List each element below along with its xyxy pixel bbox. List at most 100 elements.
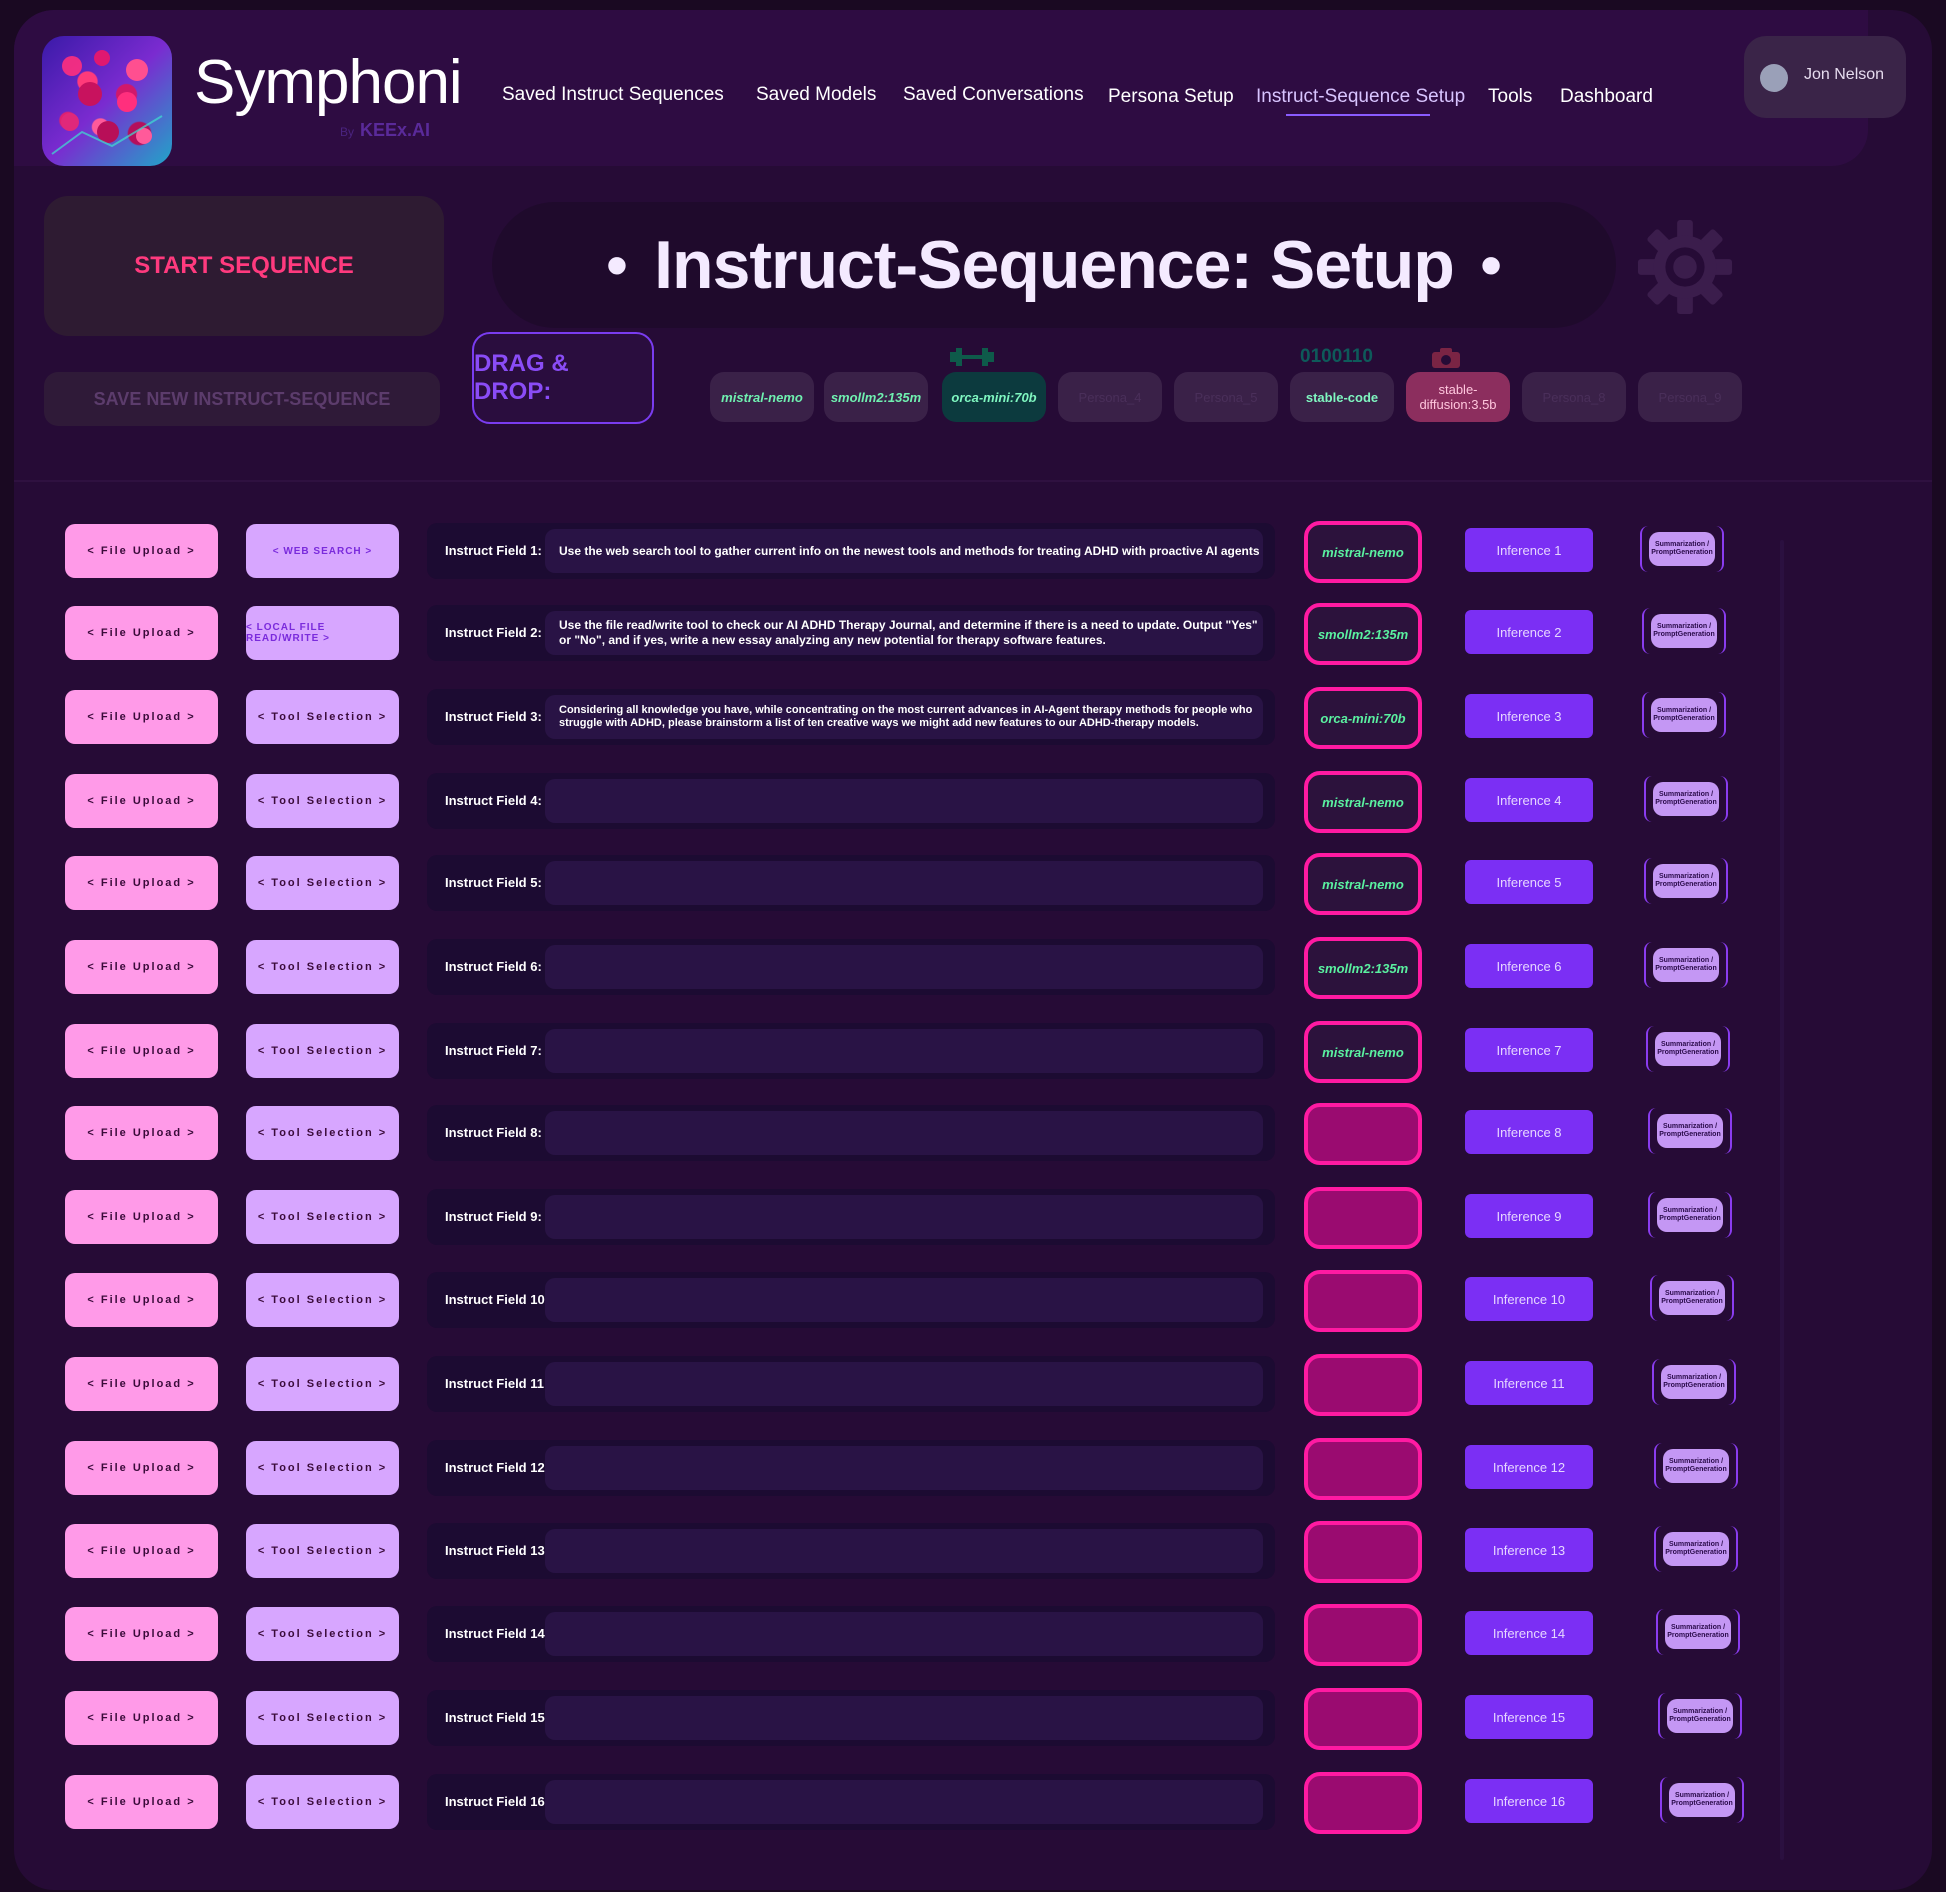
inference-button[interactable]: Inference 6	[1465, 944, 1593, 988]
summarization-node[interactable]: Summarization / PromptGeneration	[1654, 1526, 1738, 1572]
file-upload-button[interactable]: < File Upload >	[65, 606, 218, 660]
file-upload-button[interactable]: < File Upload >	[65, 1357, 218, 1411]
file-upload-button[interactable]: < File Upload >	[65, 1524, 218, 1578]
summarization-node[interactable]: Summarization / PromptGeneration	[1642, 692, 1726, 738]
nav-saved-instruct-sequences[interactable]: Saved Instruct Sequences	[502, 84, 724, 106]
summarization-node[interactable]: Summarization / PromptGeneration	[1644, 858, 1728, 904]
file-upload-button[interactable]: < File Upload >	[65, 1190, 218, 1244]
instruct-field-input[interactable]	[545, 945, 1263, 989]
tool-selection-button[interactable]: < Tool Selection >	[246, 1775, 399, 1829]
summarization-node[interactable]: Summarization / PromptGeneration	[1646, 1026, 1730, 1072]
summarization-node[interactable]: Summarization / PromptGeneration	[1642, 608, 1726, 654]
model-drop-slot[interactable]: mistral-nemo	[1304, 521, 1422, 583]
save-sequence-button[interactable]: SAVE NEW INSTRUCT-SEQUENCE	[44, 372, 440, 426]
model-drop-slot[interactable]: orca-mini:70b	[1304, 687, 1422, 749]
instruct-field-input[interactable]	[545, 1362, 1263, 1406]
tool-selection-button[interactable]: < Tool Selection >	[246, 1691, 399, 1745]
instruct-field-input[interactable]: Considering all knowledge you have, whil…	[545, 695, 1263, 739]
tool-selection-button[interactable]: < Tool Selection >	[246, 774, 399, 828]
inference-button[interactable]: Inference 2	[1465, 610, 1593, 654]
chip-stable-diffusion[interactable]: stable-diffusion:3.5b	[1406, 372, 1510, 422]
summarization-node[interactable]: Summarization / PromptGeneration	[1640, 526, 1724, 572]
file-upload-button[interactable]: < File Upload >	[65, 690, 218, 744]
file-upload-button[interactable]: < File Upload >	[65, 1106, 218, 1160]
inference-button[interactable]: Inference 11	[1465, 1361, 1593, 1405]
tool-selection-button[interactable]: < LOCAL FILE READ/WRITE >	[246, 606, 399, 660]
model-drop-slot[interactable]	[1304, 1187, 1422, 1249]
inference-button[interactable]: Inference 12	[1465, 1445, 1593, 1489]
tool-selection-button[interactable]: < Tool Selection >	[246, 1357, 399, 1411]
chip-persona-5[interactable]: Persona_5	[1174, 372, 1278, 422]
model-drop-slot[interactable]	[1304, 1772, 1422, 1834]
inference-button[interactable]: Inference 5	[1465, 860, 1593, 904]
inference-button[interactable]: Inference 7	[1465, 1028, 1593, 1072]
instruct-field-input[interactable]	[545, 1529, 1263, 1573]
file-upload-button[interactable]: < File Upload >	[65, 1441, 218, 1495]
inference-button[interactable]: Inference 16	[1465, 1779, 1593, 1823]
tool-selection-button[interactable]: < Tool Selection >	[246, 1106, 399, 1160]
model-drop-slot[interactable]	[1304, 1438, 1422, 1500]
file-upload-button[interactable]: < File Upload >	[65, 1607, 218, 1661]
model-drop-slot[interactable]	[1304, 1688, 1422, 1750]
nav-persona-setup[interactable]: Persona Setup	[1108, 86, 1234, 108]
file-upload-button[interactable]: < File Upload >	[65, 940, 218, 994]
chip-orca-mini[interactable]: orca-mini:70b	[942, 372, 1046, 422]
model-drop-slot[interactable]	[1304, 1521, 1422, 1583]
nav-saved-models[interactable]: Saved Models	[756, 84, 876, 106]
instruct-field-input[interactable]	[545, 1446, 1263, 1490]
instruct-field-input[interactable]	[545, 779, 1263, 823]
instruct-field-input[interactable]	[545, 1696, 1263, 1740]
summarization-node[interactable]: Summarization / PromptGeneration	[1656, 1609, 1740, 1655]
instruct-field-input[interactable]	[545, 1111, 1263, 1155]
model-drop-slot[interactable]	[1304, 1270, 1422, 1332]
model-drop-slot[interactable]: mistral-nemo	[1304, 771, 1422, 833]
chip-persona-8[interactable]: Persona_8	[1522, 372, 1626, 422]
tool-selection-button[interactable]: < Tool Selection >	[246, 1607, 399, 1661]
instruct-field-input[interactable]: Use the web search tool to gather curren…	[545, 529, 1263, 573]
chip-persona-9[interactable]: Persona_9	[1638, 372, 1742, 422]
model-drop-slot[interactable]: mistral-nemo	[1304, 1021, 1422, 1083]
tool-selection-button[interactable]: < Tool Selection >	[246, 1190, 399, 1244]
tool-selection-button[interactable]: < Tool Selection >	[246, 1524, 399, 1578]
file-upload-button[interactable]: < File Upload >	[65, 856, 218, 910]
inference-button[interactable]: Inference 3	[1465, 694, 1593, 738]
instruct-field-input[interactable]	[545, 1612, 1263, 1656]
nav-dashboard[interactable]: Dashboard	[1560, 86, 1653, 108]
summarization-node[interactable]: Summarization / PromptGeneration	[1648, 1192, 1732, 1238]
file-upload-button[interactable]: < File Upload >	[65, 1775, 218, 1829]
start-sequence-button[interactable]: START SEQUENCE	[44, 196, 444, 336]
tool-selection-button[interactable]: < Tool Selection >	[246, 690, 399, 744]
file-upload-button[interactable]: < File Upload >	[65, 1691, 218, 1745]
chip-mistral-nemo[interactable]: mistral-nemo	[710, 372, 814, 422]
file-upload-button[interactable]: < File Upload >	[65, 1024, 218, 1078]
nav-saved-conversations[interactable]: Saved Conversations	[903, 84, 1084, 106]
inference-button[interactable]: Inference 15	[1465, 1695, 1593, 1739]
file-upload-button[interactable]: < File Upload >	[65, 524, 218, 578]
app-logo[interactable]	[42, 36, 172, 166]
model-drop-slot[interactable]	[1304, 1354, 1422, 1416]
tool-selection-button[interactable]: < Tool Selection >	[246, 1441, 399, 1495]
instruct-field-input[interactable]	[545, 1278, 1263, 1322]
tool-selection-button[interactable]: < Tool Selection >	[246, 1273, 399, 1327]
user-menu[interactable]: Jon Nelson	[1744, 36, 1906, 118]
tool-selection-button[interactable]: < WEB SEARCH >	[246, 524, 399, 578]
tool-selection-button[interactable]: < Tool Selection >	[246, 856, 399, 910]
summarization-node[interactable]: Summarization / PromptGeneration	[1650, 1275, 1734, 1321]
file-upload-button[interactable]: < File Upload >	[65, 774, 218, 828]
inference-button[interactable]: Inference 13	[1465, 1528, 1593, 1572]
file-upload-button[interactable]: < File Upload >	[65, 1273, 218, 1327]
nav-instruct-sequence-setup[interactable]: Instruct-Sequence Setup	[1256, 86, 1465, 108]
nav-tools[interactable]: Tools	[1488, 86, 1532, 108]
summarization-node[interactable]: Summarization / PromptGeneration	[1644, 942, 1728, 988]
chip-stable-code[interactable]: stable-code	[1290, 372, 1394, 422]
summarization-node[interactable]: Summarization / PromptGeneration	[1652, 1359, 1736, 1405]
model-drop-slot[interactable]	[1304, 1103, 1422, 1165]
model-drop-slot[interactable]: mistral-nemo	[1304, 853, 1422, 915]
inference-button[interactable]: Inference 10	[1465, 1277, 1593, 1321]
summarization-node[interactable]: Summarization / PromptGeneration	[1644, 776, 1728, 822]
instruct-field-input[interactable]	[545, 1195, 1263, 1239]
inference-button[interactable]: Inference 14	[1465, 1611, 1593, 1655]
tool-selection-button[interactable]: < Tool Selection >	[246, 940, 399, 994]
summarization-node[interactable]: Summarization / PromptGeneration	[1660, 1777, 1744, 1823]
instruct-field-input[interactable]	[545, 1029, 1263, 1073]
